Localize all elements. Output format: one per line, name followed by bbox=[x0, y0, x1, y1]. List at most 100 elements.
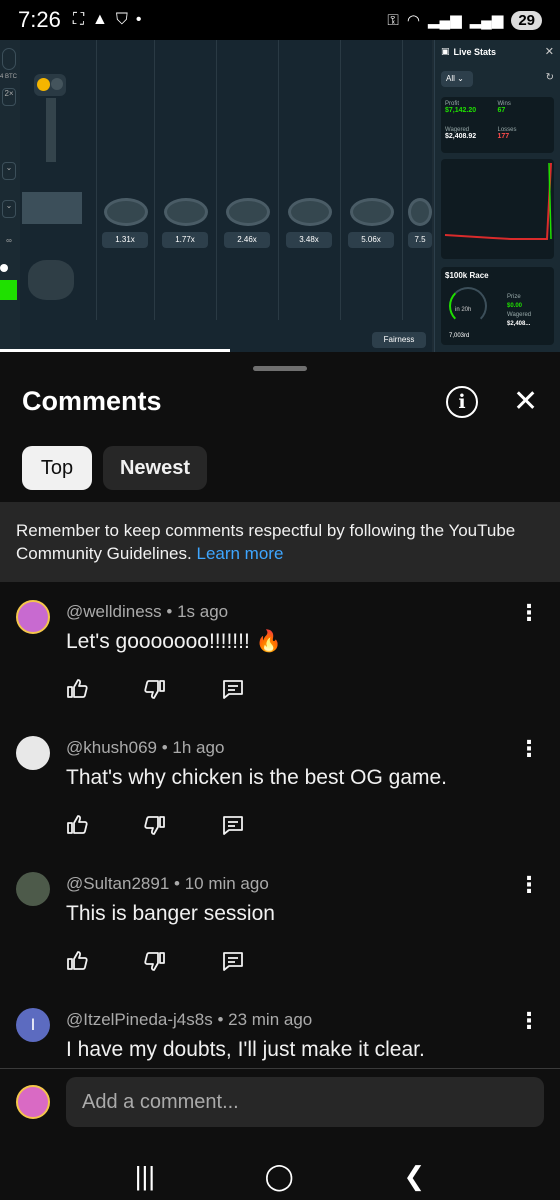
manhole-4 bbox=[288, 198, 332, 226]
drag-handle[interactable] bbox=[253, 366, 307, 371]
avatar[interactable] bbox=[16, 872, 50, 906]
traffic-pole bbox=[46, 98, 56, 162]
learn-more-link[interactable]: Learn more bbox=[196, 544, 283, 563]
dislike-icon[interactable] bbox=[142, 948, 168, 974]
start-barrier bbox=[22, 192, 82, 224]
comment-author[interactable]: @welldiness bbox=[66, 602, 162, 621]
wagered-value: $2,408.92 bbox=[445, 132, 477, 140]
add-comment-input[interactable]: Add a comment... bbox=[66, 1077, 544, 1127]
race-prize: Prize $0.00 Wagered $2,408... bbox=[507, 294, 532, 327]
race-gauge bbox=[449, 287, 487, 325]
signal-icon-2: ▂▄▆ bbox=[469, 12, 504, 29]
reply-icon[interactable] bbox=[220, 948, 246, 974]
comment-actions bbox=[64, 812, 246, 838]
multiplier-3: 2.46x bbox=[224, 232, 270, 248]
game-lanes: 1.31x 1.77x 2.46x 3.48x 5.06x 7.5 bbox=[96, 40, 432, 320]
avatar[interactable]: I bbox=[16, 1008, 50, 1042]
bet-amount-label: 4 BTC bbox=[0, 74, 18, 80]
more-vert-icon[interactable]: ⋮ bbox=[518, 1010, 540, 1032]
info-icon[interactable]: i bbox=[446, 386, 478, 418]
multiplier-4: 3.48x bbox=[286, 232, 332, 248]
dislike-icon[interactable] bbox=[142, 812, 168, 838]
close-icon[interactable]: ✕ bbox=[513, 384, 538, 420]
traffic-light bbox=[34, 74, 66, 96]
video-player[interactable]: 4 BTC 2× ⌄ ⌄ ∞ 1.31x 1.77x 2.46x 3.48x 5… bbox=[0, 40, 560, 352]
signal-icon: ▂▄▆ bbox=[427, 12, 462, 29]
back-icon[interactable]: ❮ bbox=[403, 1161, 425, 1192]
guidelines-notice: Remember to keep comments respectful by … bbox=[0, 502, 560, 582]
dropdown-1: ⌄ bbox=[2, 162, 16, 180]
bet-multiplier-label: 2× bbox=[2, 88, 16, 106]
comment-meta: @khush069 • 1h ago bbox=[66, 738, 225, 757]
comment-meta: @welldiness • 1s ago bbox=[66, 602, 229, 621]
key-icon: ⚿ bbox=[387, 11, 399, 29]
like-icon[interactable] bbox=[64, 676, 90, 702]
shield-icon: ⛉ bbox=[115, 11, 128, 28]
multiplier-1: 1.31x bbox=[102, 232, 148, 248]
dropdown-2: ⌄ bbox=[2, 200, 16, 218]
manhole-5 bbox=[350, 198, 394, 226]
manhole-6 bbox=[408, 198, 432, 226]
multiplier-6: 7.5 bbox=[408, 232, 432, 248]
recents-icon[interactable]: ||| bbox=[135, 1161, 155, 1192]
screenshot-icon: ⛶ bbox=[72, 11, 85, 28]
system-icons: ⚿ ◠ ▂▄▆ ▂▄▆ 29 bbox=[387, 10, 542, 30]
radio-indicator bbox=[0, 264, 8, 272]
warning-icon: ▲ bbox=[92, 11, 108, 28]
avatar[interactable] bbox=[16, 600, 50, 634]
comment-time: 10 min ago bbox=[184, 874, 269, 893]
more-vert-icon[interactable]: ⋮ bbox=[518, 602, 540, 624]
comment-meta: @Sultan2891 • 10 min ago bbox=[66, 874, 269, 893]
comments-sheet: Comments i ✕ Top Newest Remember to keep… bbox=[0, 352, 560, 1200]
multiplier-2: 1.77x bbox=[162, 232, 208, 248]
comment-item: @Sultan2891 • 10 min ago This is banger … bbox=[0, 872, 560, 1002]
home-icon[interactable]: ◯ bbox=[265, 1161, 294, 1192]
add-comment-bar: Add a comment... bbox=[0, 1068, 560, 1152]
live-stats-header: ▣ Live Stats bbox=[441, 46, 554, 57]
multiplier-5: 5.06x bbox=[348, 232, 394, 248]
close-icon: ✕ bbox=[544, 46, 554, 58]
manhole-1 bbox=[104, 198, 148, 226]
more-vert-icon[interactable]: ⋮ bbox=[518, 874, 540, 896]
chicken-character bbox=[28, 260, 74, 300]
infinity-icon: ∞ bbox=[6, 236, 12, 245]
wifi-icon: ◠ bbox=[406, 12, 420, 29]
comment-author[interactable]: @Sultan2891 bbox=[66, 874, 169, 893]
comment-text: This is banger session bbox=[66, 902, 275, 925]
comment-text: I have my doubts, I'll just make it clea… bbox=[66, 1038, 425, 1061]
comment-text: That's why chicken is the best OG game. bbox=[66, 766, 448, 789]
reply-icon[interactable] bbox=[220, 812, 246, 838]
fairness-button: Fairness bbox=[372, 332, 426, 348]
comment-actions bbox=[64, 948, 246, 974]
like-icon[interactable] bbox=[64, 812, 90, 838]
comment-meta: @ItzelPineda-j4s8s • 23 min ago bbox=[66, 1010, 313, 1029]
profit-chart bbox=[441, 159, 554, 259]
reply-icon[interactable] bbox=[220, 676, 246, 702]
avatar[interactable] bbox=[16, 736, 50, 770]
comment-actions bbox=[64, 676, 246, 702]
like-icon[interactable] bbox=[64, 948, 90, 974]
race-time: in 20h bbox=[455, 307, 472, 313]
race-rank: 7,003rd bbox=[449, 333, 470, 339]
more-vert-icon[interactable]: ⋮ bbox=[518, 738, 540, 760]
user-avatar bbox=[16, 1085, 50, 1119]
toggle-control bbox=[2, 48, 16, 70]
losses-value: 177 bbox=[497, 132, 510, 140]
sheet-title: Comments bbox=[22, 386, 162, 416]
comment-author[interactable]: @ItzelPineda-j4s8s bbox=[66, 1010, 213, 1029]
dislike-icon[interactable] bbox=[142, 676, 168, 702]
tab-top[interactable]: Top bbox=[22, 446, 92, 490]
refresh-icon: ↻ bbox=[545, 72, 554, 83]
manhole-2 bbox=[164, 198, 208, 226]
play-button bbox=[0, 280, 17, 300]
game-area: 4 BTC 2× ⌄ ⌄ ∞ 1.31x 1.77x 2.46x 3.48x 5… bbox=[0, 40, 432, 352]
status-bar: 7:26 ⛶ ▲ ⛉ • ⚿ ◠ ▂▄▆ ▂▄▆ 29 bbox=[0, 0, 560, 40]
comment-item: I @ItzelPineda-j4s8s • 23 min ago I have… bbox=[0, 1008, 560, 1068]
comment-time: 23 min ago bbox=[228, 1010, 313, 1029]
live-stats-title: Live Stats bbox=[453, 46, 497, 57]
tab-newest[interactable]: Newest bbox=[103, 446, 207, 490]
game-left-panel: 4 BTC 2× ⌄ ⌄ ∞ bbox=[0, 40, 20, 352]
profit-value: $7,142.20 bbox=[445, 107, 477, 114]
stats-summary: Profit $7,142.20 Wins 67 Wagered $2,408.92 … bbox=[441, 97, 554, 153]
comment-author[interactable]: @khush069 bbox=[66, 738, 157, 757]
